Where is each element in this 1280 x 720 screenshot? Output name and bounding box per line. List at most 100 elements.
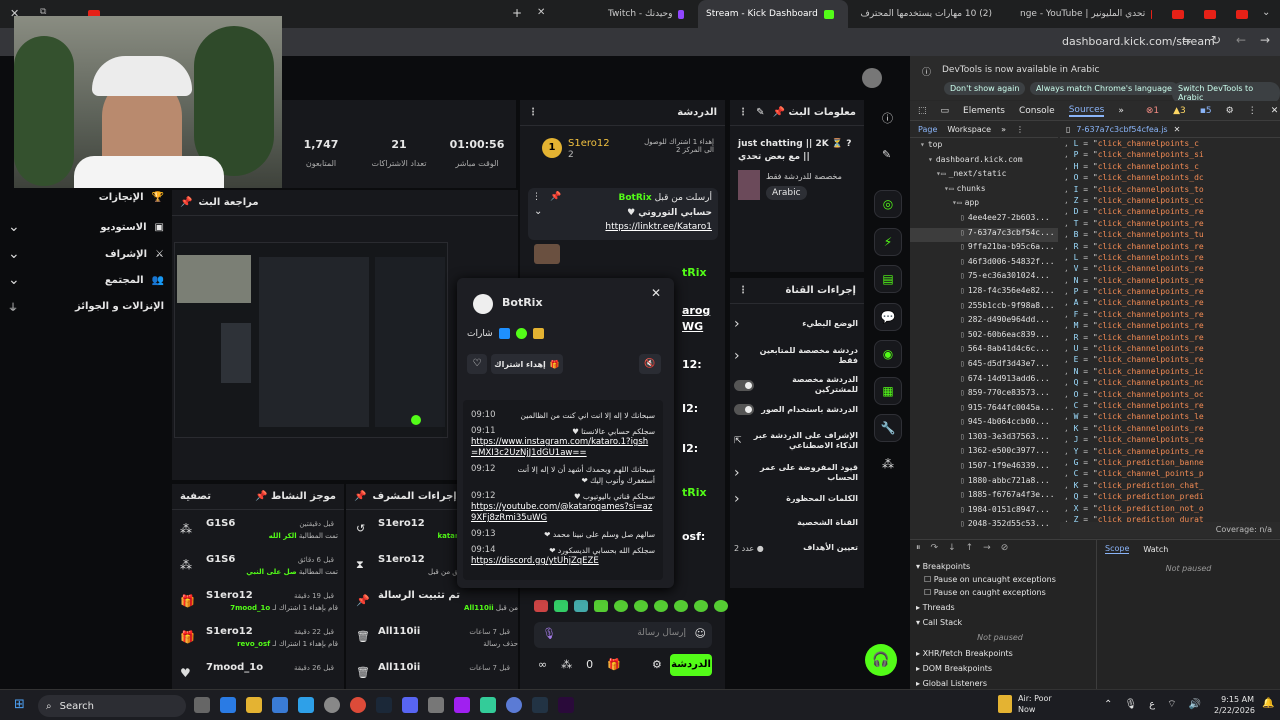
breakpoints-section[interactable]: ▾ Breakpoints xyxy=(910,560,1090,573)
volume-icon[interactable]: 🔊 xyxy=(1188,699,1200,710)
tab-youtube-skills[interactable]: (2) 10 مهارات يستخدمها المحترف xyxy=(856,0,1006,28)
mic-icon[interactable]: 🎙 xyxy=(1124,699,1137,710)
list-item[interactable]: ⁂ G1S6 قبل 6 دقائق تمت المطالبة صل على النب… xyxy=(178,552,338,586)
pause-caught-checkbox[interactable]: ☐ Pause on caught exceptions xyxy=(910,586,1090,599)
infinity-icon[interactable]: ∞ xyxy=(538,658,547,671)
message-link[interactable]: https://youtube.com/@kataroqames?si=az9X… xyxy=(471,502,655,524)
tab-youtube-millionaire[interactable]: تحدي المليونير | nge - YouTube xyxy=(1012,0,1160,28)
close-icon[interactable]: ✕ xyxy=(1174,125,1181,134)
step-icon[interactable]: → xyxy=(983,543,991,553)
editor-file-tab[interactable]: 7-637a7c3cbf54cfea.js xyxy=(1076,125,1167,134)
follow-heart-icon[interactable]: ♡ xyxy=(467,354,487,374)
gift-icon[interactable]: 🎁 xyxy=(607,658,621,671)
more-tabs-icon[interactable]: » xyxy=(1118,106,1124,116)
filter-button[interactable]: تصفية xyxy=(180,491,211,502)
more-menu-icon[interactable]: ⋮ xyxy=(738,107,748,118)
emote-icon[interactable] xyxy=(614,600,628,612)
app-icon[interactable] xyxy=(480,697,496,713)
dont-show-again-button[interactable]: Don't show again xyxy=(944,82,1026,95)
step-out-icon[interactable]: ↑ xyxy=(966,543,974,553)
channel-action-item[interactable]: › الكلمات المحظورة xyxy=(734,491,858,507)
mute-icon[interactable]: 🔇 xyxy=(639,354,661,374)
more-menu-icon[interactable]: ⋮ xyxy=(532,192,541,202)
avatar[interactable] xyxy=(862,68,882,88)
threads-section[interactable]: ▸ Threads xyxy=(910,599,1090,614)
file-item[interactable]: ▯ 564-8ab41d4c6c... xyxy=(910,344,1058,359)
copilot-icon[interactable] xyxy=(220,697,236,713)
close-icon[interactable]: ✕ xyxy=(651,286,661,300)
youtube-tab-icon[interactable] xyxy=(1172,10,1184,19)
pinned-link[interactable]: https://linktr.ee/Kataro1 xyxy=(605,222,712,232)
pin-icon[interactable]: 📌 xyxy=(255,491,267,502)
device-icon[interactable]: ▭ xyxy=(941,106,950,116)
file-item[interactable]: ▯ 945-4b064ccb00... xyxy=(910,417,1058,432)
subtab-page[interactable]: Page xyxy=(918,125,937,134)
folder-item[interactable]: ▾ top xyxy=(910,140,1058,155)
close-tab-icon[interactable]: ✕ xyxy=(537,7,545,18)
wrench-icon[interactable]: 🔧 xyxy=(874,414,902,442)
file-item[interactable]: ▯ 1984-0151c8947... xyxy=(910,505,1058,520)
more-menu-icon[interactable]: ⋮ xyxy=(738,285,748,296)
list-item[interactable]: ⁂ G1S6 قبل دقيقتين تمت المطالبة الكر الله xyxy=(178,516,338,550)
tab-elements[interactable]: Elements xyxy=(963,106,1005,116)
file-item[interactable]: ▯ 502-60b6eac839... xyxy=(910,330,1058,345)
file-item[interactable]: ▯ 1885-f6767a4f3e... xyxy=(910,490,1058,505)
file-item[interactable]: ▯ 859-770ce83573... xyxy=(910,388,1058,403)
settings-icon[interactable]: ⚙ xyxy=(1226,106,1234,116)
file-item[interactable]: ▯ 1507-1f9e46339... xyxy=(910,461,1058,476)
chat-send-button[interactable]: الدردشة xyxy=(670,654,712,676)
language-indicator[interactable]: ع xyxy=(1149,699,1155,710)
lightning-icon[interactable]: ⚡ xyxy=(874,228,902,256)
message-link[interactable]: https://www.instagram.com/kataro.1?igsh=… xyxy=(471,437,655,459)
info-icon[interactable]: ⓘ xyxy=(882,110,893,126)
chat-input[interactable]: إرسال رسالة ☺ 🎙 xyxy=(534,622,712,648)
callstack-section[interactable]: ▾ Call Stack xyxy=(910,614,1090,629)
folder-item[interactable]: ▾▭ app xyxy=(910,198,1058,213)
more-tabs-icon[interactable]: » xyxy=(1001,125,1006,134)
more-menu-icon[interactable]: ⋮ xyxy=(528,107,538,118)
app-icon[interactable] xyxy=(454,697,470,713)
url-field[interactable]: dashboard.kick.com/stream xyxy=(1062,35,1215,48)
task-view-icon[interactable] xyxy=(194,697,210,713)
youtube-tab-icon[interactable] xyxy=(1236,10,1248,19)
emote-icon[interactable] xyxy=(654,600,668,612)
subtab-workspace[interactable]: Workspace xyxy=(947,125,991,134)
stream-preview[interactable] xyxy=(174,242,448,438)
app-icon[interactable] xyxy=(506,697,522,713)
deactivate-breakpoints-icon[interactable]: ⊘ xyxy=(1001,543,1009,553)
toggle-switch[interactable] xyxy=(734,404,754,415)
clock[interactable]: 9:15 AM 2/22/2026 xyxy=(1214,694,1255,716)
file-item[interactable]: ▯ 1303-3e3d37563... xyxy=(910,432,1058,447)
file-item[interactable]: ▯ 1880-abbc721a8... xyxy=(910,476,1058,491)
dom-section[interactable]: ▸ DOM Breakpoints xyxy=(910,661,1090,676)
folder-item[interactable]: ▾▭ _next/static xyxy=(910,169,1058,184)
back-icon[interactable]: → xyxy=(1260,33,1270,47)
channel-action-item[interactable]: › الوضع البطيء xyxy=(734,316,858,332)
file-item[interactable]: ▯ 915-7644fc0045a... xyxy=(910,403,1058,418)
settings-icon[interactable]: ⚙ xyxy=(652,658,662,671)
channel-action-item[interactable]: ⇱ الإشراف على الدردشة عبر الذكاء الاصطناع… xyxy=(734,431,858,451)
emote-icon[interactable] xyxy=(574,600,588,612)
tab-watch[interactable]: Watch xyxy=(1143,545,1168,554)
emote-icon[interactable] xyxy=(554,600,568,612)
more-menu-icon[interactable]: ⋮ xyxy=(1016,125,1024,134)
channel-action-item[interactable]: القناة الشخصية xyxy=(734,518,858,528)
notification-icon[interactable]: 🔔 xyxy=(1262,698,1274,709)
file-item[interactable]: ▯ 128-f4c356e4e82... xyxy=(910,286,1058,301)
app-icon[interactable] xyxy=(428,697,444,713)
nav-studio[interactable]: ▣ الاستوديو ⌄ xyxy=(8,219,164,235)
folder-item[interactable]: ▾▭ chunks xyxy=(910,184,1058,199)
file-item[interactable]: ▯ 7-637a7c3cbf54c... xyxy=(910,227,1058,243)
photoshop-icon[interactable] xyxy=(532,697,548,713)
gift-sub-button[interactable]: 🎁 إهداء اشتراك xyxy=(491,354,563,374)
step-into-icon[interactable]: ↓ xyxy=(948,543,956,553)
emote-icon[interactable] xyxy=(634,600,648,612)
windows-start-icon[interactable]: ⊞ xyxy=(14,697,25,712)
file-item[interactable]: ▯ 1362-e500c3977... xyxy=(910,446,1058,461)
channel-action-item[interactable]: › قيود المفروضة على عمر الحساب xyxy=(734,463,858,483)
forward-icon[interactable]: ← xyxy=(1236,33,1246,47)
list-item[interactable]: 🎁 S1ero12 قبل 19 دقيقة قام بإهداء 1 اشتراك … xyxy=(178,588,338,622)
more-menu-icon[interactable]: ⋮ xyxy=(1248,106,1257,116)
step-over-icon[interactable]: ↷ xyxy=(931,543,939,553)
new-tab-icon[interactable]: + xyxy=(512,6,522,20)
